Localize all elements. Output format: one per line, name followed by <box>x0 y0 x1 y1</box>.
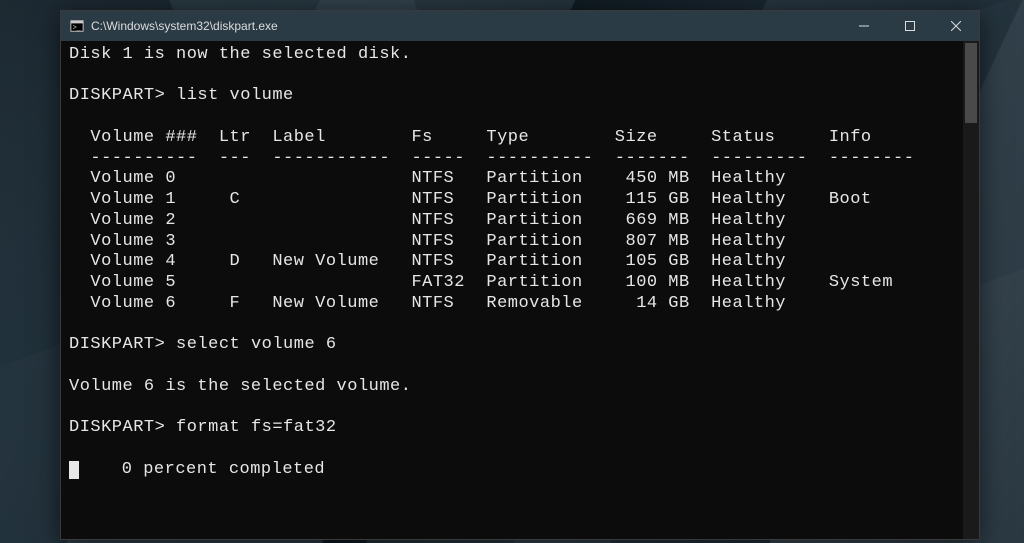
cursor <box>69 461 79 479</box>
table-row: Volume 6 F New Volume NTFS Removable 14 … <box>69 294 786 313</box>
minimize-button[interactable] <box>841 11 887 41</box>
table-row: Volume 3 NTFS Partition 807 MB Healthy <box>69 232 786 251</box>
maximize-button[interactable] <box>887 11 933 41</box>
table-row: Volume 1 C NTFS Partition 115 GB Healthy… <box>69 190 872 209</box>
table-divider: ---------- --- ----------- ----- -------… <box>69 149 914 168</box>
prompt: DISKPART> <box>69 86 165 105</box>
command: list volume <box>176 86 294 105</box>
table-row: Volume 0 NTFS Partition 450 MB Healthy <box>69 169 786 188</box>
close-button[interactable] <box>933 11 979 41</box>
table-row: Volume 4 D New Volume NTFS Partition 105… <box>69 252 786 271</box>
output-line: Volume 6 is the selected volume. <box>69 377 411 396</box>
scrollbar-thumb[interactable] <box>965 43 977 123</box>
progress-line: 0 percent completed <box>79 460 325 479</box>
terminal-wrap: Disk 1 is now the selected disk. DISKPAR… <box>61 41 979 539</box>
console-window: >_ C:\Windows\system32\diskpart.exe Disk… <box>60 10 980 540</box>
window-title: C:\Windows\system32\diskpart.exe <box>91 19 841 33</box>
app-icon: >_ <box>69 18 85 34</box>
output-line: Disk 1 is now the selected disk. <box>69 45 411 64</box>
scrollbar[interactable] <box>963 41 979 539</box>
prompt: DISKPART> <box>69 418 165 437</box>
table-row: Volume 5 FAT32 Partition 100 MB Healthy … <box>69 273 893 292</box>
prompt: DISKPART> <box>69 335 165 354</box>
terminal-output[interactable]: Disk 1 is now the selected disk. DISKPAR… <box>61 41 963 539</box>
window-controls <box>841 11 979 41</box>
command: select volume 6 <box>176 335 337 354</box>
svg-text:>_: >_ <box>73 25 81 32</box>
table-row: Volume 2 NTFS Partition 669 MB Healthy <box>69 211 786 230</box>
command: format fs=fat32 <box>176 418 337 437</box>
table-header: Volume ### Ltr Label Fs Type Size Status… <box>69 128 872 147</box>
titlebar[interactable]: >_ C:\Windows\system32\diskpart.exe <box>61 11 979 41</box>
